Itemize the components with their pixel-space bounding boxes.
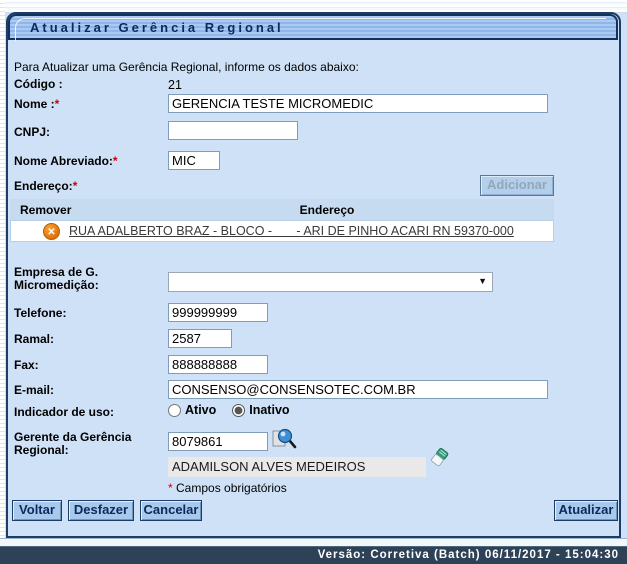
fax-label: Fax: — [14, 358, 39, 372]
cnpj-input[interactable] — [168, 121, 298, 140]
fax-input[interactable] — [168, 355, 268, 374]
required-asterisk: * — [72, 179, 78, 193]
nome-input[interactable] — [168, 94, 548, 113]
version-footer: Versão: Corretiva (Batch) 06/11/2017 - 1… — [0, 546, 627, 564]
magnifier-icon[interactable] — [272, 427, 298, 457]
nome-abreviado-label: Nome Abreviado:* — [14, 154, 118, 168]
codigo-label: Código : — [14, 77, 63, 91]
cnpj-label: CNPJ: — [14, 125, 51, 139]
voltar-button[interactable]: Voltar — [12, 500, 62, 521]
ramal-label: Ramal: — [14, 332, 55, 346]
ativo-radio[interactable] — [168, 403, 181, 417]
chevron-down-icon: ▼ — [478, 276, 487, 286]
codigo-value: 21 — [168, 78, 182, 92]
empresa-micromedicao-label: Empresa de G. Micromedição: — [14, 265, 99, 292]
endereco-label: Endereço:* — [14, 179, 78, 193]
ramal-input[interactable] — [168, 329, 232, 348]
ativo-radio-label: Ativo — [185, 403, 217, 417]
indicador-uso-radio-group: Ativo Inativo — [168, 403, 290, 417]
address-link[interactable]: RUA ADALBERTO BRAZ - BLOCO - - ARI DE PI… — [69, 224, 514, 238]
gerente-codigo-input[interactable] — [168, 432, 268, 451]
desfazer-button[interactable]: Desfazer — [68, 500, 134, 521]
address-table-header: Remover Endereço — [10, 199, 554, 220]
email-label: E-mail: — [14, 383, 55, 397]
window-title-bar: Atualizar Gerência Regional — [8, 14, 618, 41]
email-input[interactable] — [168, 380, 548, 399]
eraser-icon[interactable] — [428, 446, 450, 475]
endereco-column-header: Endereço — [299, 203, 355, 217]
nome-label: Nome :* — [14, 97, 60, 111]
required-asterisk: * — [112, 154, 118, 168]
required-asterisk: * — [54, 97, 60, 111]
inativo-radio[interactable] — [232, 403, 246, 417]
address-table: Remover Endereço ✕ RUA ADALBERTO BRAZ - … — [10, 199, 554, 242]
table-row: ✕ RUA ADALBERTO BRAZ - BLOCO - - ARI DE … — [10, 220, 554, 242]
gerente-label: Gerente da Gerência Regional: — [14, 430, 132, 457]
empresa-micromedicao-select[interactable]: ▼ — [168, 272, 493, 292]
footer-spacer — [0, 538, 627, 546]
adicionar-button[interactable]: Adicionar — [480, 175, 554, 196]
required-fields-note: * Campos obrigatórios — [168, 481, 287, 495]
telefone-label: Telefone: — [14, 306, 67, 320]
left-edge-gutter — [0, 0, 5, 564]
remover-column-header: Remover — [20, 203, 72, 217]
atualizar-button[interactable]: Atualizar — [554, 500, 618, 521]
gerente-nome-display: ADAMILSON ALVES MEDEIROS — [168, 457, 426, 477]
form-instruction: Para Atualizar uma Gerência Regional, in… — [14, 60, 359, 74]
inativo-radio-label: Inativo — [249, 403, 290, 417]
cancelar-button[interactable]: Cancelar — [140, 500, 202, 521]
page-title: Atualizar Gerência Regional — [30, 20, 284, 35]
nome-abreviado-input[interactable] — [168, 151, 220, 170]
remove-address-icon[interactable]: ✕ — [43, 223, 60, 240]
telefone-input[interactable] — [168, 303, 268, 322]
indicador-uso-label: Indicador de uso: — [14, 405, 115, 419]
